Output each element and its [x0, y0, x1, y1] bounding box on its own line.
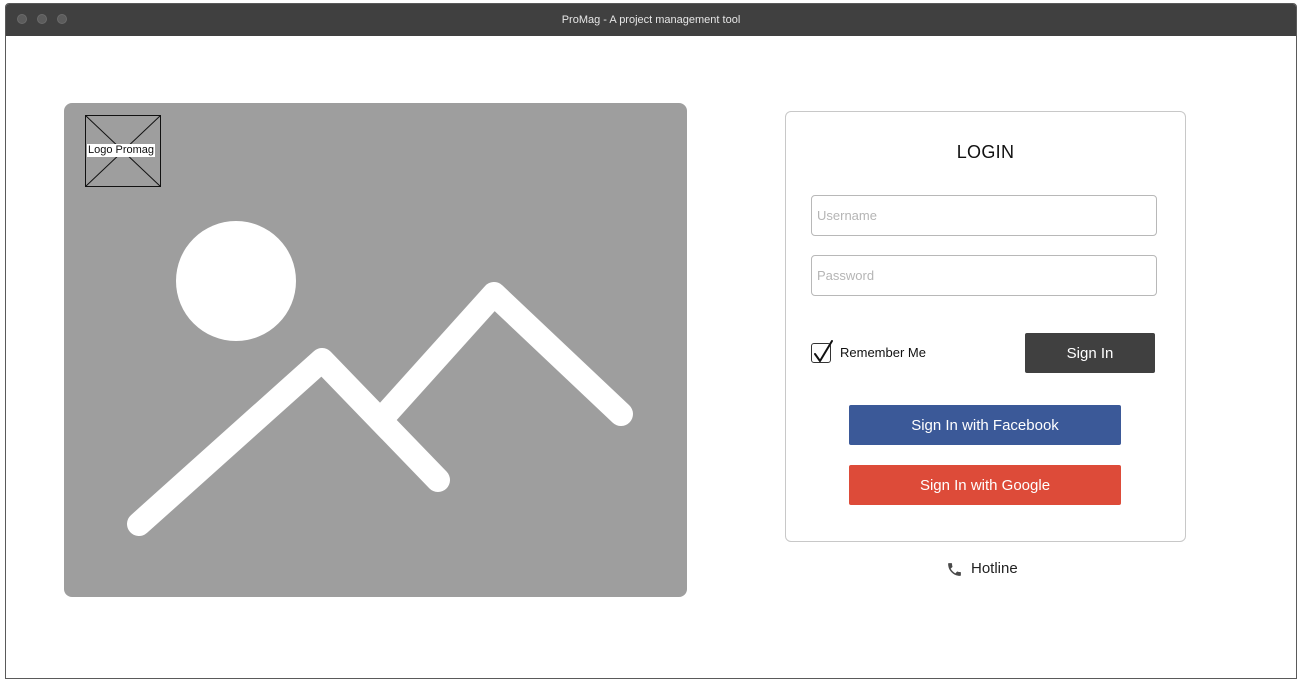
logo-placeholder: Logo Promag — [85, 115, 161, 187]
login-card: LOGIN Remember Me Sign In Sign In with F… — [785, 111, 1186, 542]
sun-shape — [176, 221, 296, 341]
sign-in-button[interactable]: Sign In — [1025, 333, 1155, 373]
title-bar: ProMag - A project management tool — [6, 4, 1296, 36]
left-mountain-shape — [127, 348, 450, 536]
hotline-label: Hotline — [971, 560, 1018, 577]
phone-icon — [948, 563, 961, 576]
password-input[interactable] — [811, 255, 1157, 296]
remember-me-checkbox[interactable] — [811, 340, 833, 363]
checkmark-icon — [814, 340, 833, 362]
hero-image-placeholder: Logo Promag — [64, 103, 687, 597]
remember-me-label: Remember Me — [840, 345, 926, 360]
sign-in-facebook-button[interactable]: Sign In with Facebook — [849, 405, 1121, 445]
username-input[interactable] — [811, 195, 1157, 236]
logo-label: Logo Promag — [87, 144, 156, 157]
sign-in-google-button[interactable]: Sign In with Google — [849, 465, 1121, 505]
right-mountain-shape — [374, 282, 633, 426]
login-title: LOGIN — [956, 142, 1015, 162]
window-title: ProMag - A project management tool — [561, 14, 741, 26]
